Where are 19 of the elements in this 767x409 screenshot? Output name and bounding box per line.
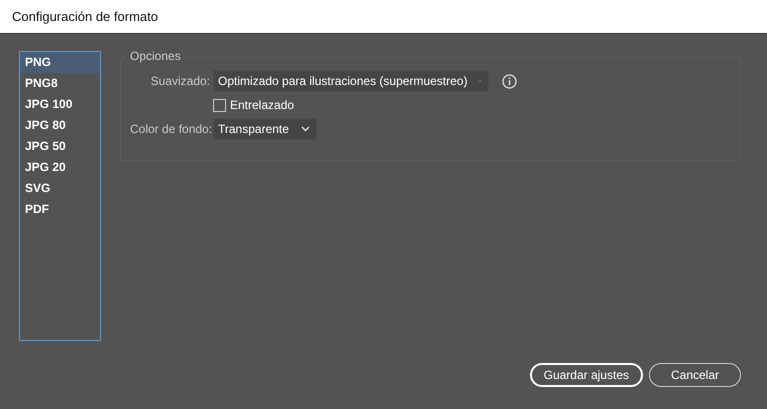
- field-label: Suavizado:: [150, 74, 210, 88]
- dialog-button[interactable]: Cancelar: [649, 363, 741, 387]
- format-item[interactable]: PNG8: [20, 73, 100, 94]
- format-item[interactable]: JPG 100: [20, 94, 100, 115]
- chevron-icon: [300, 126, 310, 132]
- interlaced-checkbox[interactable]: Entrelazado: [213, 98, 294, 112]
- info-icon[interactable]: [502, 74, 517, 88]
- field-label: Color de fondo:: [130, 122, 210, 136]
- format-item[interactable]: JPG 20: [20, 157, 100, 178]
- format-item[interactable]: JPG 50: [20, 136, 100, 157]
- format-item[interactable]: SVG: [20, 178, 100, 199]
- dialog-button[interactable]: Guardar ajustes: [530, 363, 643, 387]
- format-item[interactable]: JPG 80: [20, 115, 100, 136]
- window-title: Configuración de formato: [12, 9, 158, 24]
- format-item[interactable]: PNG: [20, 52, 100, 73]
- background-dropdown[interactable]: Transparente: [213, 118, 317, 140]
- format-item[interactable]: PDF: [20, 199, 100, 220]
- antialias-dropdown[interactable]: Optimizado para ilustraciones (supermuestreo): [213, 70, 489, 92]
- group-title: Opciones: [127, 49, 184, 63]
